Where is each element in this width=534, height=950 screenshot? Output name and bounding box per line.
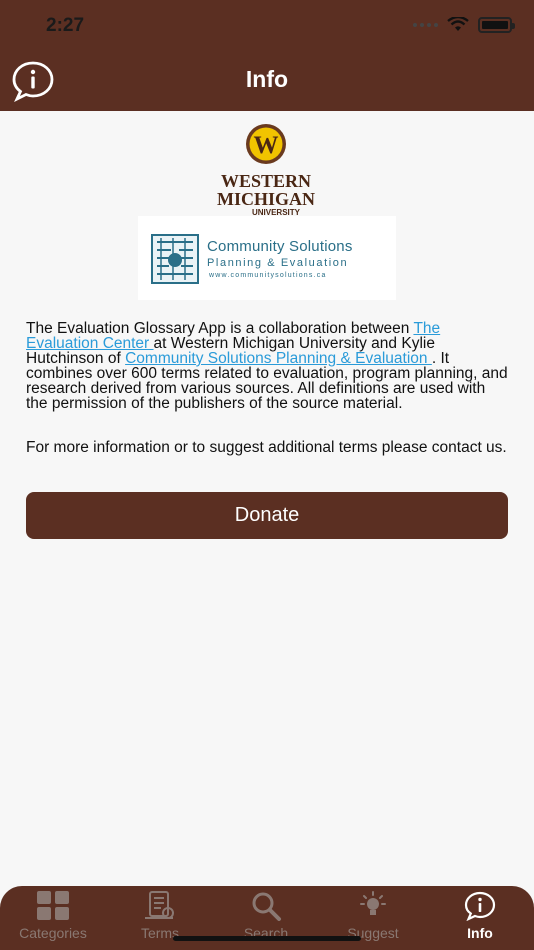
search-icon (252, 892, 281, 921)
contact-paragraph: For more information or to suggest addit… (26, 439, 507, 456)
community-solutions-logo: Community Solutions Planning & Evaluatio… (138, 216, 396, 300)
cs-logo-title: Community Solutions (207, 238, 353, 255)
grid-icon (37, 891, 69, 920)
tab-categories[interactable]: Categories (0, 886, 106, 950)
cs-logo-subtitle: Planning & Evaluation (207, 257, 349, 269)
battery-icon (478, 17, 515, 33)
top-bar: 2:27 Info (0, 0, 534, 111)
wmu-logo-line2: MICHIGAN (217, 189, 315, 209)
cellular-signal-icon (413, 23, 438, 27)
tab-label-info: Info (467, 925, 493, 941)
cs-logo-url: www.communitysolutions.ca (209, 272, 327, 279)
info-content: W WESTERN MICHIGAN UNIVERSITY Community … (0, 111, 534, 886)
info-icon (464, 891, 496, 921)
wmu-logo-line1: WESTERN (221, 171, 311, 191)
status-time: 2:27 (46, 15, 85, 36)
about-paragraph: The Evaluation Glossary App is a collabo… (26, 321, 510, 412)
document-icon (145, 891, 174, 919)
home-indicator (173, 936, 361, 941)
lightbulb-icon (360, 891, 386, 915)
status-icons (413, 17, 515, 33)
community-solutions-emblem (151, 234, 199, 284)
donate-button[interactable]: Donate (26, 492, 508, 539)
tab-label-categories: Categories (19, 925, 87, 941)
wmu-logo: W WESTERN MICHIGAN UNIVERSITY (217, 124, 315, 217)
wifi-icon (447, 17, 469, 31)
page-title: Info (245, 66, 289, 92)
tab-info[interactable]: Info (427, 886, 533, 950)
wmu-logo-initial: W (254, 132, 279, 159)
